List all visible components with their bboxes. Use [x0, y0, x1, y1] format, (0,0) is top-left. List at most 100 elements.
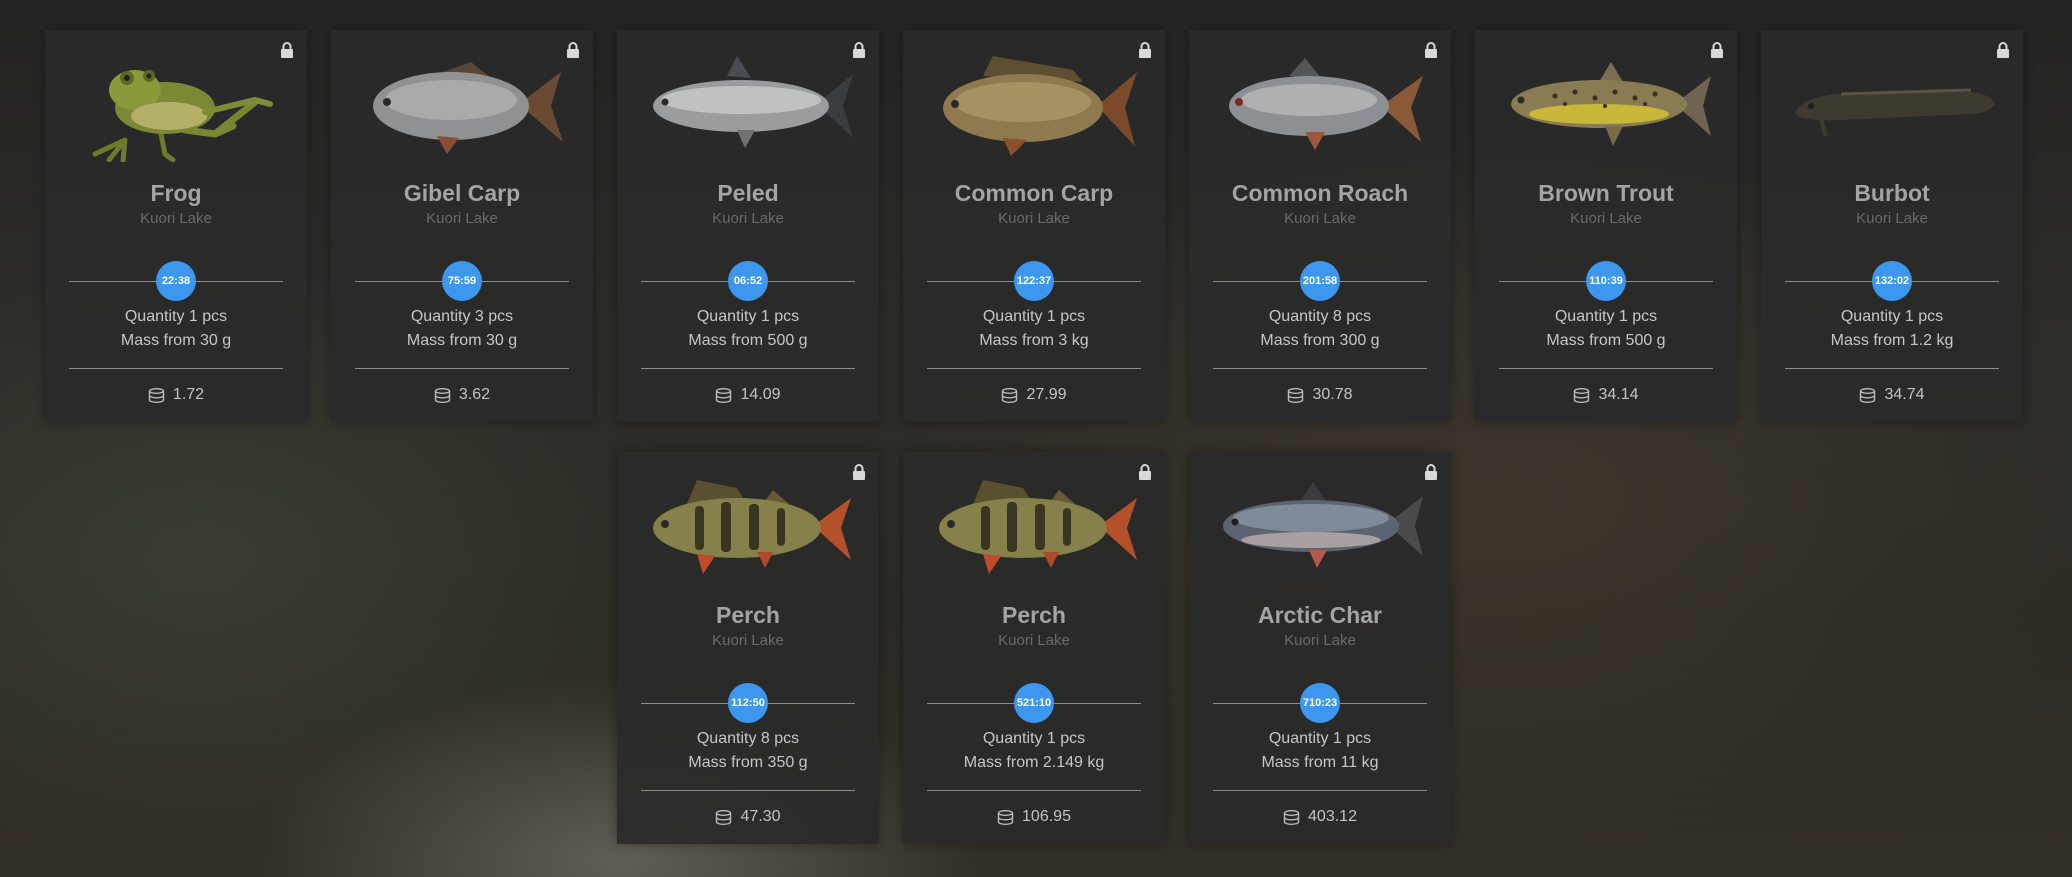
- quantity-text: Quantity 1 pcs: [1268, 730, 1372, 747]
- coin-stack-icon: [716, 387, 732, 403]
- coin-stack-icon: [434, 387, 451, 403]
- price-value: 106.95: [1022, 808, 1071, 825]
- divider: [641, 790, 855, 791]
- gibel-carp-image: [373, 62, 563, 154]
- quantity-text: Quantity 8 pcs: [696, 730, 800, 747]
- divider: [1213, 368, 1427, 369]
- mass-text: Mass from 30 g: [406, 332, 518, 349]
- coin-stack-icon: [1002, 387, 1018, 403]
- timer-badge: 521:10: [1014, 683, 1054, 723]
- price-row: 3.62: [331, 386, 593, 404]
- price-value: 27.99: [1026, 386, 1067, 403]
- price-row: 34.74: [1761, 386, 2023, 404]
- coin-stack-icon: [1860, 387, 1876, 403]
- divider: [1785, 368, 1999, 369]
- coin-stack-icon: [148, 387, 165, 403]
- divider: [927, 368, 1141, 369]
- fish-name: Perch: [716, 602, 780, 628]
- quantity-text: Quantity 1 pcs: [1554, 308, 1658, 325]
- price-value: 1.72: [172, 386, 205, 403]
- price-row: 47.30: [617, 808, 879, 826]
- mass-text: Mass from 500 g: [1546, 332, 1666, 349]
- divider: [641, 368, 855, 369]
- timer-badge: 112:50: [728, 683, 768, 723]
- price-row: 14.09: [617, 386, 879, 404]
- price-row: 27.99: [903, 386, 1165, 404]
- common-roach-image: [1229, 58, 1423, 150]
- mass-text: Mass from 11 kg: [1261, 754, 1379, 771]
- price-row: 403.12: [1189, 808, 1451, 826]
- frog-image: [92, 70, 273, 162]
- fish-location: Kuori Lake: [1856, 210, 1928, 227]
- timer-badge: 110:39: [1586, 261, 1626, 301]
- fish-name: Arctic Char: [1258, 602, 1382, 628]
- brown-trout-image: [1511, 62, 1711, 146]
- fish-location: Kuori Lake: [1284, 632, 1356, 649]
- quantity-text: Quantity 1 pcs: [982, 730, 1086, 747]
- fish-card-grid: Frog Kuori Lake 22:38 Quantity 1 pcs Mas…: [0, 0, 2072, 877]
- fish-name: Frog: [150, 180, 202, 206]
- timer-badge: 122:37: [1014, 261, 1054, 301]
- timer-badge: 22:38: [156, 261, 196, 301]
- price-row: 30.78: [1189, 386, 1451, 404]
- timer-badge: 75:59: [442, 261, 482, 301]
- common-carp-image: [943, 56, 1137, 156]
- timer-badge: 06:52: [728, 261, 768, 301]
- fish-card[interactable]: Common Roach Kuori Lake 201:58 Quantity …: [1189, 30, 1451, 422]
- perch-image: [939, 480, 1137, 574]
- fish-name: Common Roach: [1231, 180, 1409, 206]
- timer-badge: 132:02: [1872, 261, 1912, 301]
- fish-card[interactable]: Gibel Carp Kuori Lake 75:59 Quantity 3 p…: [331, 30, 593, 422]
- peled-image: [653, 56, 853, 148]
- divider: [355, 368, 569, 369]
- divider: [69, 368, 283, 369]
- price-value: 403.12: [1308, 808, 1357, 825]
- coin-stack-icon: [716, 809, 732, 825]
- fish-card[interactable]: Frog Kuori Lake 22:38 Quantity 1 pcs Mas…: [45, 30, 307, 422]
- fish-name: Peled: [717, 180, 779, 206]
- quantity-text: Quantity 1 pcs: [124, 308, 228, 325]
- quantity-text: Quantity 3 pcs: [410, 308, 514, 325]
- fish-name: Gibel Carp: [403, 180, 521, 206]
- divider: [1499, 368, 1713, 369]
- price-value: 30.78: [1312, 386, 1353, 403]
- mass-text: Mass from 500 g: [688, 332, 808, 349]
- coin-stack-icon: [1574, 387, 1590, 403]
- price-value: 34.74: [1884, 386, 1925, 403]
- price-value: 14.09: [740, 386, 781, 403]
- fish-name: Common Carp: [954, 180, 1114, 206]
- fish-location: Kuori Lake: [426, 210, 498, 227]
- divider: [1213, 790, 1427, 791]
- price-value: 34.14: [1598, 386, 1639, 403]
- fish-location: Kuori Lake: [998, 632, 1070, 649]
- mass-text: Mass from 30 g: [120, 332, 232, 349]
- quantity-text: Quantity 1 pcs: [1840, 308, 1944, 325]
- price-value: 3.62: [458, 386, 491, 403]
- price-row: 34.14: [1475, 386, 1737, 404]
- divider: [927, 790, 1141, 791]
- arctic-char-image: [1223, 482, 1423, 568]
- fish-card[interactable]: Arctic Char Kuori Lake 710:23 Quantity 1…: [1189, 452, 1451, 844]
- fish-card[interactable]: Brown Trout Kuori Lake 110:39 Quantity 1…: [1475, 30, 1737, 422]
- fish-card[interactable]: Peled Kuori Lake 06:52 Quantity 1 pcs Ma…: [617, 30, 879, 422]
- coin-stack-icon: [1288, 387, 1304, 403]
- price-value: 47.30: [740, 808, 781, 825]
- fish-location: Kuori Lake: [1570, 210, 1642, 227]
- mass-text: Mass from 300 g: [1260, 332, 1380, 349]
- fish-card[interactable]: Perch Kuori Lake 112:50 Quantity 8 pcs M…: [617, 452, 879, 844]
- fish-card[interactable]: Common Carp Kuori Lake 122:37 Quantity 1…: [903, 30, 1165, 422]
- perch-image: [653, 480, 851, 574]
- fish-card[interactable]: Perch Kuori Lake 521:10 Quantity 1 pcs M…: [903, 452, 1165, 844]
- price-row: 1.72: [45, 386, 307, 404]
- fish-card[interactable]: Burbot Kuori Lake 132:02 Quantity 1 pcs …: [1761, 30, 2023, 422]
- quantity-text: Quantity 1 pcs: [696, 308, 800, 325]
- coin-stack-icon: [1283, 809, 1300, 825]
- coin-stack-icon: [997, 809, 1014, 825]
- fish-location: Kuori Lake: [998, 210, 1070, 227]
- mass-text: Mass from 3 kg: [979, 332, 1089, 349]
- fish-location: Kuori Lake: [140, 210, 212, 227]
- quantity-text: Quantity 8 pcs: [1268, 308, 1372, 325]
- fish-name: Perch: [1002, 602, 1066, 628]
- fish-name: Brown Trout: [1538, 180, 1674, 206]
- burbot-image: [1795, 88, 1995, 136]
